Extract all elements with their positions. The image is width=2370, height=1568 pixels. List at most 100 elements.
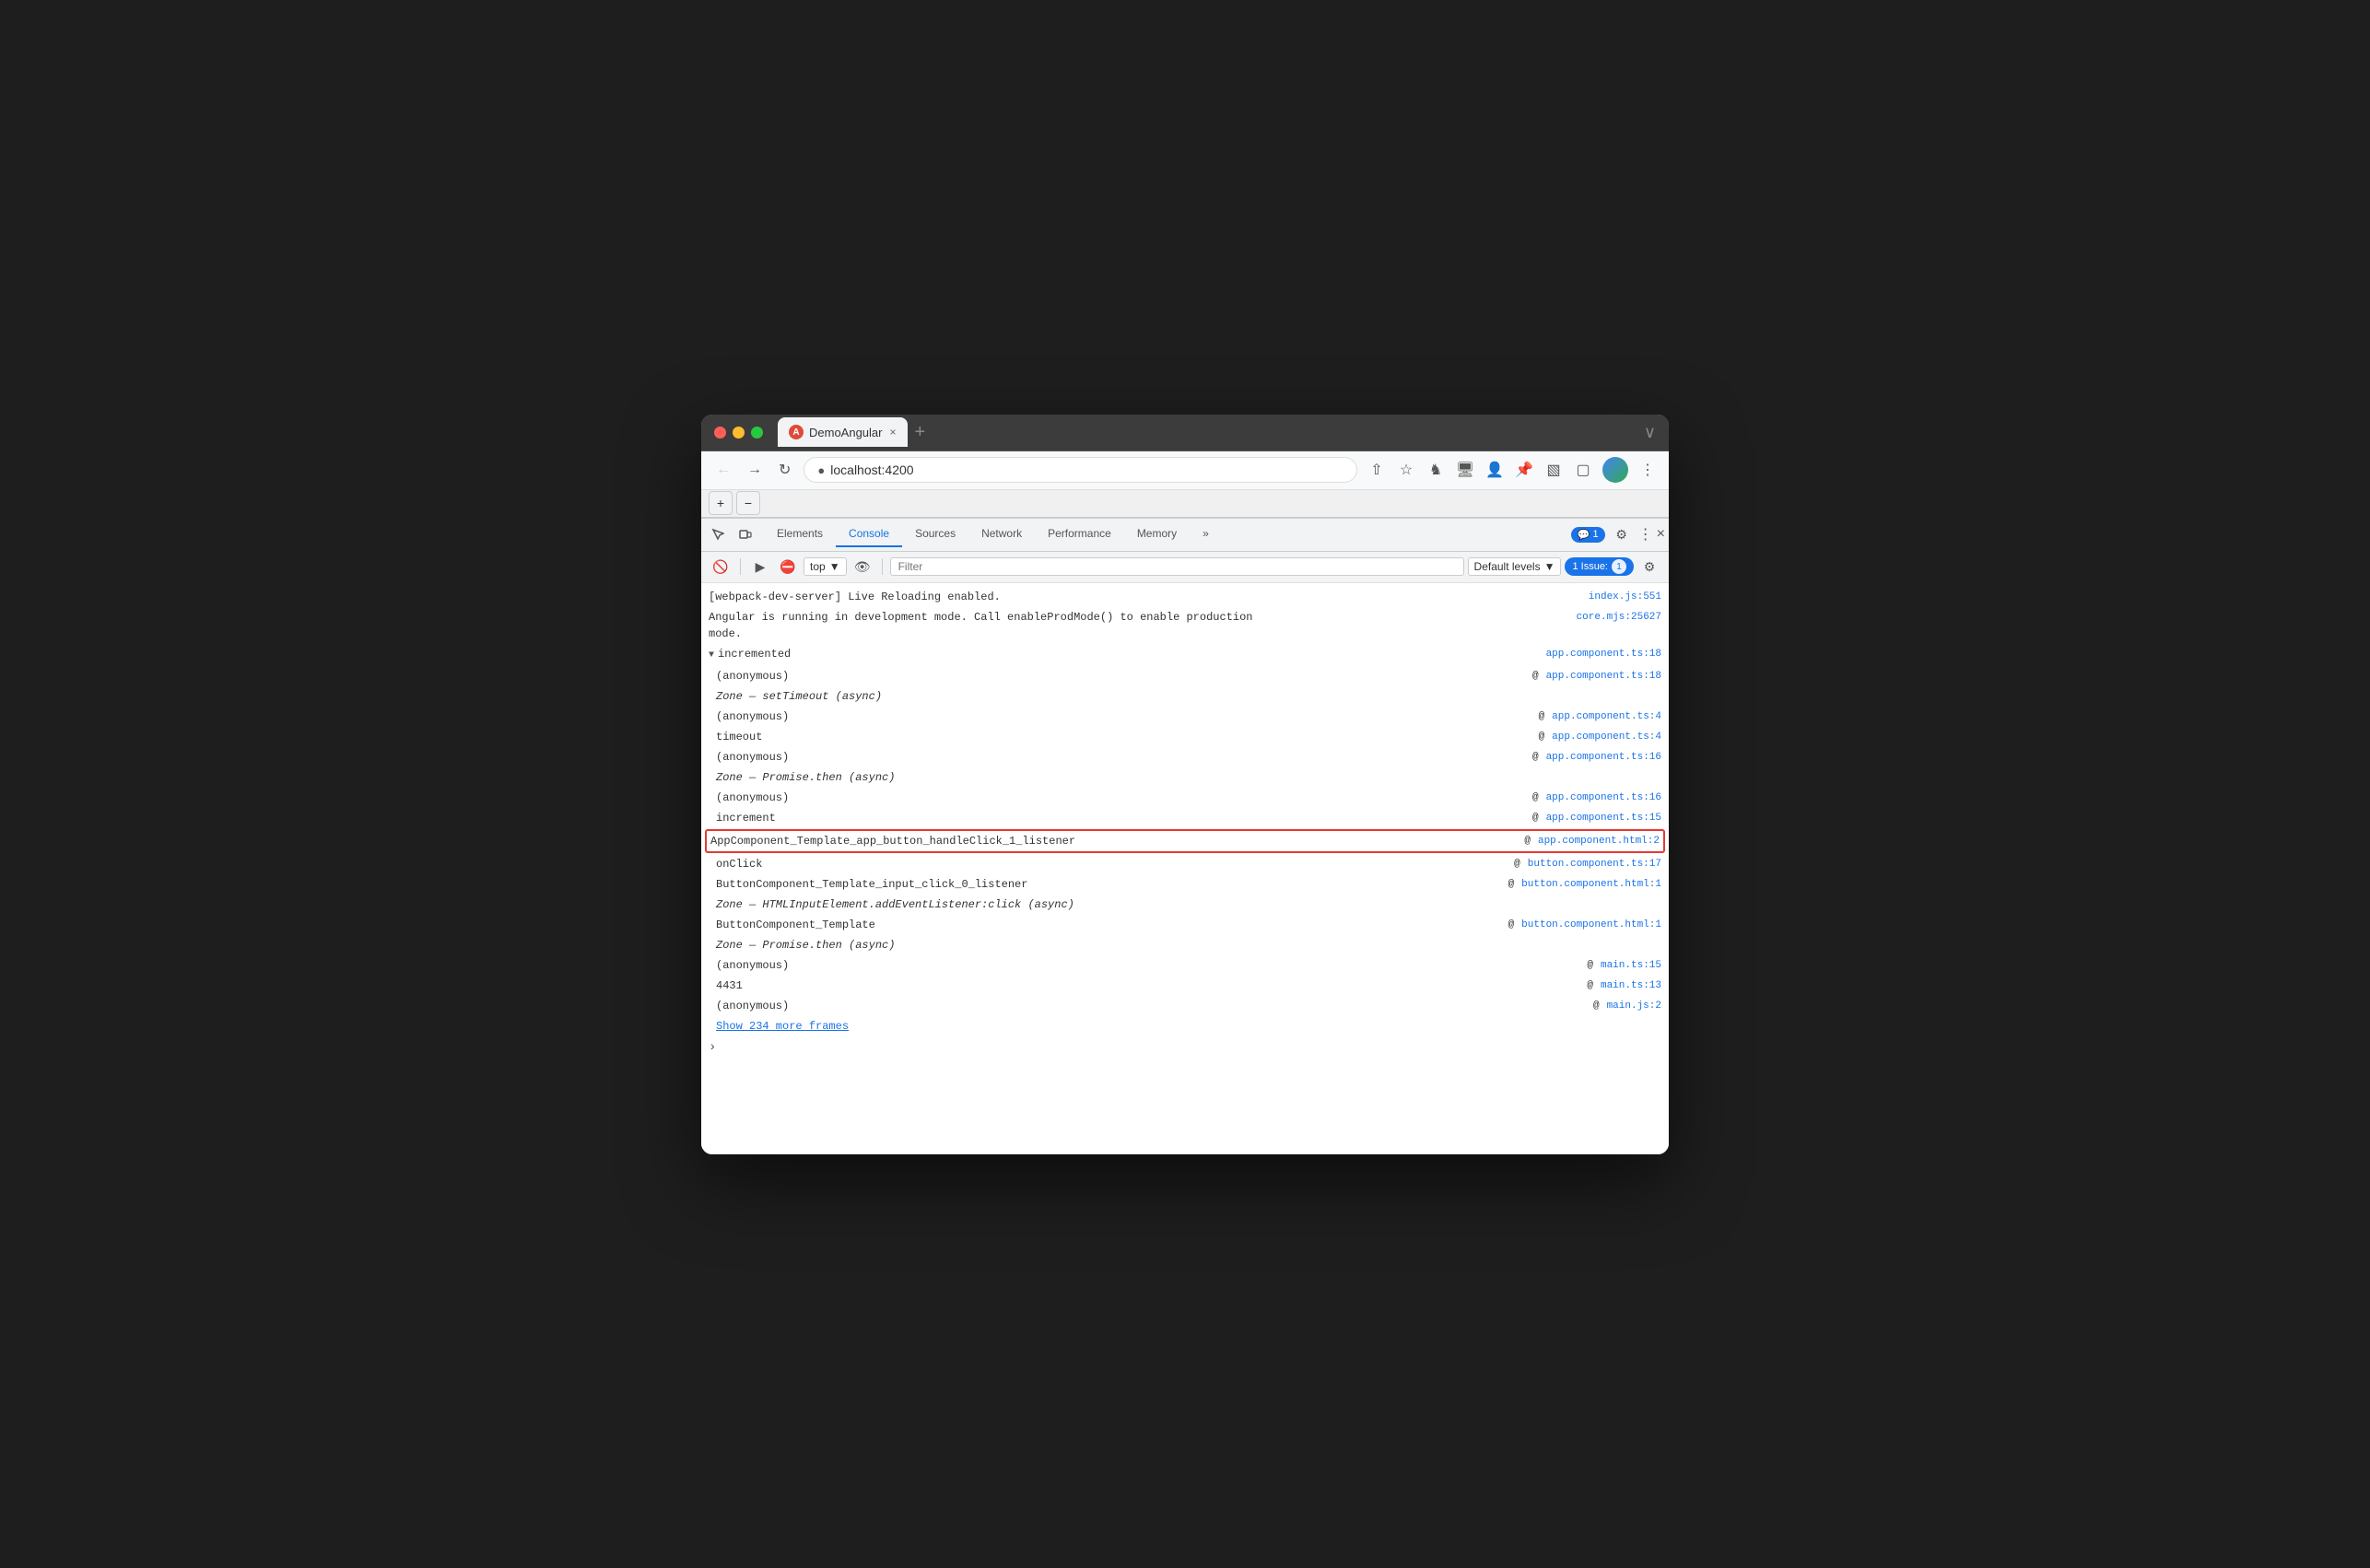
console-source-link[interactable]: app.component.ts:4 [1552, 729, 1661, 745]
console-source-link[interactable]: core.mjs:25627 [1577, 609, 1661, 626]
page-area: + − [701, 490, 1669, 518]
highlighted-console-line: AppComponent_Template_app_button_handleC… [705, 829, 1665, 853]
tab-sources[interactable]: Sources [902, 521, 968, 547]
tab-favicon: A [789, 425, 804, 439]
inspect-element-icon[interactable] [705, 521, 731, 547]
maximize-button[interactable] [751, 427, 763, 439]
tab-performance[interactable]: Performance [1035, 521, 1124, 547]
console-line: ButtonComponent_Template_input_click_0_l… [701, 874, 1669, 895]
cast-icon[interactable]: ▧ [1543, 460, 1564, 480]
devtools-more-button[interactable]: ⋮ [1638, 525, 1653, 544]
run-icon[interactable]: ▶ [748, 555, 772, 579]
tab-console[interactable]: Console [836, 521, 902, 547]
reload-button[interactable]: ↻ [775, 459, 794, 481]
extensions-icon[interactable]: ♞ [1426, 460, 1446, 480]
title-bar: A DemoAngular × + ∨ [701, 415, 1669, 451]
devtools-badge: 💬 1 [1571, 527, 1605, 543]
devtools-close-button[interactable]: × [1657, 526, 1665, 543]
menu-icon[interactable]: ⋮ [1637, 460, 1658, 480]
zoom-controls: + − [709, 491, 760, 515]
console-source-link[interactable]: app.component.ts:16 [1546, 749, 1661, 766]
tab-close-button[interactable]: × [890, 426, 897, 439]
new-tab-button[interactable]: + [911, 422, 930, 443]
console-message: (anonymous) [716, 668, 1525, 685]
console-message: ButtonComponent_Template_input_click_0_l… [716, 876, 1501, 893]
console-line: (anonymous) @ app.component.ts:4 [701, 707, 1669, 727]
zoom-in-button[interactable]: + [709, 491, 733, 515]
toolbar-separator2 [882, 558, 883, 575]
issue-count: 1 [1612, 559, 1626, 574]
tab-title: DemoAngular [809, 426, 883, 439]
share-icon[interactable]: ⇧ [1367, 460, 1387, 480]
devtools-settings-button[interactable]: ⚙ [1609, 521, 1635, 547]
console-message: Angular is running in development mode. … [709, 609, 1569, 642]
console-source-link[interactable]: main.ts:13 [1601, 977, 1661, 994]
console-line: Angular is running in development mode. … [701, 607, 1669, 644]
console-settings-button[interactable]: ⚙ [1637, 555, 1661, 579]
levels-dropdown[interactable]: Default levels ▼ [1468, 557, 1562, 576]
show-more-frames-line: Show 234 more frames [701, 1016, 1669, 1036]
context-selector[interactable]: top ▼ [804, 557, 847, 576]
screenshare-icon[interactable]: ▢ [1573, 460, 1593, 480]
zoom-out-button[interactable]: − [736, 491, 760, 515]
console-message: 4431 [716, 977, 1579, 994]
filter-input[interactable] [890, 557, 1464, 576]
console-line: timeout @ app.component.ts:4 [701, 727, 1669, 747]
address-bar: ← → ↻ ● localhost:4200 ⇧ ☆ ♞ 🖥 👤 📌 ▧ ▢ ⋮ [701, 451, 1669, 490]
console-message: Zone — setTimeout (async) [716, 688, 1661, 705]
console-message: incremented [709, 646, 1539, 664]
pin-icon[interactable]: 📌 [1514, 460, 1534, 480]
eye-icon[interactable]: 👁 [851, 555, 874, 579]
show-more-frames-link[interactable]: Show 234 more frames [716, 1018, 849, 1035]
toolbar-icons: ⇧ ☆ ♞ 🖥 👤 📌 ▧ ▢ ⋮ [1367, 457, 1658, 483]
console-prompt[interactable]: › [701, 1036, 1669, 1059]
console-source-link[interactable]: button.component.html:1 [1521, 876, 1661, 893]
console-source-link[interactable]: main.js:2 [1607, 998, 1661, 1014]
console-line: Zone — Promise.then (async) [701, 767, 1669, 788]
console-source-link[interactable]: button.component.html:1 [1521, 917, 1661, 933]
console-line: (anonymous) @ app.component.ts:16 [701, 788, 1669, 808]
console-source-link[interactable]: app.component.ts:18 [1546, 668, 1661, 685]
close-button[interactable] [714, 427, 726, 439]
device-toolbar-icon[interactable] [733, 521, 758, 547]
console-line: Zone — setTimeout (async) [701, 686, 1669, 707]
console-source-link[interactable]: app.component.ts:16 [1546, 790, 1661, 806]
console-message: (anonymous) [716, 749, 1525, 766]
console-line: incremented app.component.ts:18 [701, 644, 1669, 666]
tab-network[interactable]: Network [968, 521, 1035, 547]
console-message: (anonymous) [716, 790, 1525, 806]
devtools-right-icons: 💬 1 ⚙ ⋮ × [1571, 521, 1665, 547]
window-expand-button[interactable]: ∨ [1644, 423, 1656, 442]
prompt-arrow: › [709, 1040, 716, 1055]
clear-console-button[interactable]: 🚫 [709, 555, 733, 579]
console-line: onClick @ button.component.ts:17 [701, 854, 1669, 874]
console-line: 4431 @ main.ts:13 [701, 976, 1669, 996]
minimize-button[interactable] [733, 427, 745, 439]
console-source-link[interactable]: app.component.ts:18 [1546, 646, 1661, 662]
console-message: Zone — Promise.then (async) [716, 937, 1661, 954]
address-input[interactable]: ● localhost:4200 [804, 457, 1357, 483]
devtools-left-icons [705, 521, 758, 547]
tab-memory[interactable]: Memory [1124, 521, 1190, 547]
console-source-link[interactable]: app.component.ts:4 [1552, 708, 1661, 725]
console-line: (anonymous) @ main.js:2 [701, 996, 1669, 1016]
bookmark-icon[interactable]: ☆ [1396, 460, 1416, 480]
issues-button[interactable]: 1 Issue: 1 [1565, 557, 1634, 576]
browser-tab[interactable]: A DemoAngular × [778, 417, 908, 447]
console-source-link[interactable]: index.js:551 [1589, 589, 1661, 605]
tab-elements[interactable]: Elements [764, 521, 836, 547]
back-button[interactable]: ← [712, 460, 734, 480]
profile-icon[interactable] [1602, 457, 1628, 483]
extensions-icon2[interactable]: 🖥 [1455, 460, 1475, 480]
console-source-link[interactable]: app.component.html:2 [1538, 833, 1660, 849]
console-source-link[interactable]: main.ts:15 [1601, 957, 1661, 974]
console-message: AppComponent_Template_app_button_handleC… [710, 833, 1517, 849]
account-icon[interactable]: 👤 [1484, 460, 1505, 480]
tab-more[interactable]: » [1190, 521, 1222, 547]
stop-icon[interactable]: ⛔ [776, 555, 800, 579]
forward-button[interactable]: → [744, 460, 766, 480]
toolbar-separator [740, 558, 741, 575]
console-source-link[interactable]: app.component.ts:15 [1546, 810, 1661, 826]
console-message: Zone — Promise.then (async) [716, 769, 1661, 786]
console-source-link[interactable]: button.component.ts:17 [1528, 856, 1661, 872]
